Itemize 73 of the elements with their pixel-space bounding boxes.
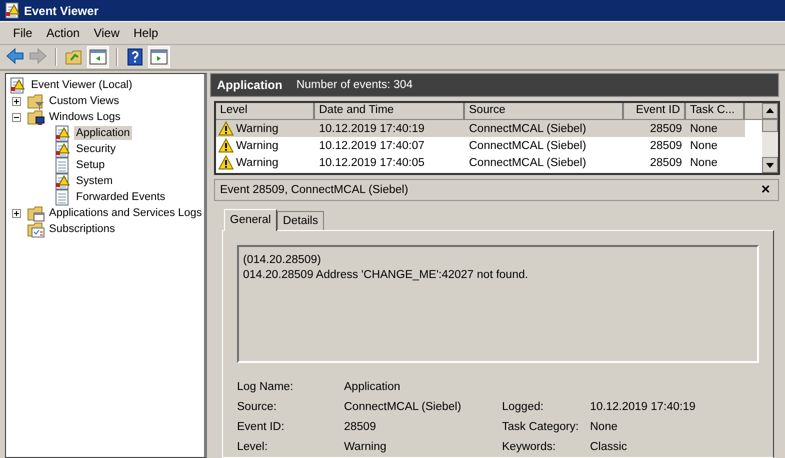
field-value: None	[590, 421, 618, 433]
expand-icon[interactable]	[12, 96, 21, 106]
field-value: 10.12.2019 17:40:19	[590, 401, 697, 413]
field-label: Logged:	[502, 401, 545, 413]
table-cell: Warning	[236, 156, 278, 168]
field-value: Application	[344, 381, 402, 393]
message-text: (014.20.28509)	[243, 253, 322, 268]
tab[interactable]: Details	[276, 211, 324, 230]
table-cell-text: None	[689, 156, 718, 168]
field-label: Keywords:	[502, 441, 557, 453]
field-label: Event ID:	[237, 421, 286, 433]
field-label: Source:	[237, 401, 278, 413]
pane-toggle-icon[interactable]	[150, 48, 168, 66]
menu-item[interactable]: File	[6, 23, 40, 43]
table-cell-text: 10.12.2019 17:40:05	[318, 156, 426, 168]
tree-item[interactable]: Forwarded Events	[74, 190, 168, 204]
field-value: ConnectMCAL (Siebel)	[344, 401, 462, 413]
table-row[interactable]: Warning 10.12.2019 17:40:07 ConnectMCAL (Siebel) 28509 None	[216, 137, 762, 154]
help-icon[interactable]	[126, 48, 144, 66]
table-cell-text: ConnectMCAL (Siebel)	[468, 156, 588, 168]
tree-item[interactable]: Setup	[74, 158, 107, 172]
tree-item[interactable]: Applications and Services Logs	[47, 206, 204, 220]
table-cell-text: ConnectMCAL (Siebel)	[468, 140, 588, 152]
event-log-icon	[9, 76, 27, 94]
table-cell-text: ConnectMCAL (Siebel)	[468, 122, 588, 134]
event-log-icon	[54, 140, 72, 158]
menu-item[interactable]: Help	[126, 23, 166, 43]
tree-item[interactable]: Custom Views	[47, 94, 122, 108]
message-text: 014.20.28509 Address 'CHANGE_ME':42027 not found.	[243, 268, 530, 283]
expand-icon[interactable]	[12, 208, 21, 218]
tab[interactable]: General	[224, 209, 277, 231]
tree-item[interactable]: Application	[74, 126, 132, 140]
tree-item[interactable]: System	[74, 174, 115, 188]
field-value: Warning	[344, 441, 388, 453]
field-value: 28509	[344, 421, 377, 433]
table-cell-text: 10.12.2019 17:40:19	[318, 122, 426, 134]
folder-filter-icon	[27, 92, 45, 110]
menu-item[interactable]: Action	[39, 23, 87, 43]
table-cell-text: None	[689, 140, 718, 152]
event-title: Event 28509, ConnectMCAL (Siebel)	[220, 184, 408, 196]
table-cell: Warning	[236, 140, 278, 152]
table-cell-text: 28509	[649, 122, 683, 134]
event-log-icon	[54, 172, 72, 190]
window-title: Event Viewer	[24, 4, 98, 18]
field-value: Classic	[590, 441, 628, 453]
table-cell: Warning	[236, 122, 278, 134]
tree-item[interactable]: Security	[74, 142, 118, 156]
warning-icon	[218, 155, 234, 170]
pane-title: Application	[217, 78, 282, 92]
warning-icon	[218, 138, 234, 153]
table-cell-text: 28509	[649, 140, 683, 152]
folder-list-icon	[27, 220, 45, 238]
table-cell-text: None	[689, 122, 718, 134]
event-count: Number of events: 304	[296, 79, 413, 91]
tree-item[interactable]: Subscriptions	[47, 222, 118, 236]
back-arrow-icon[interactable]	[6, 48, 24, 66]
collapse-icon[interactable]	[12, 112, 21, 122]
table-cell-text: 10.12.2019 17:40:07	[318, 140, 426, 152]
tree-item[interactable]: Event Viewer (Local)	[29, 78, 134, 92]
table-row[interactable]: Warning 10.12.2019 17:40:19 ConnectMCAL (Siebel) 28509 None	[216, 120, 745, 137]
field-label: Log Name:	[237, 381, 294, 393]
close-button[interactable]: ×	[761, 183, 770, 197]
tree-item[interactable]: Windows Logs	[47, 110, 123, 124]
pane-toggle-icon[interactable]	[89, 48, 107, 66]
folder-window-icon	[27, 204, 45, 222]
folder-computer-icon	[27, 108, 45, 126]
field-label: Level:	[237, 441, 269, 453]
table-row[interactable]: Warning 10.12.2019 17:40:05 ConnectMCAL (Siebel) 28509 None	[216, 154, 762, 171]
field-label: Task Category:	[502, 421, 580, 433]
table-cell-text: 28509	[649, 156, 683, 168]
menu-item[interactable]: View	[86, 23, 126, 43]
warning-icon	[218, 121, 234, 136]
event-log-icon	[54, 124, 72, 142]
